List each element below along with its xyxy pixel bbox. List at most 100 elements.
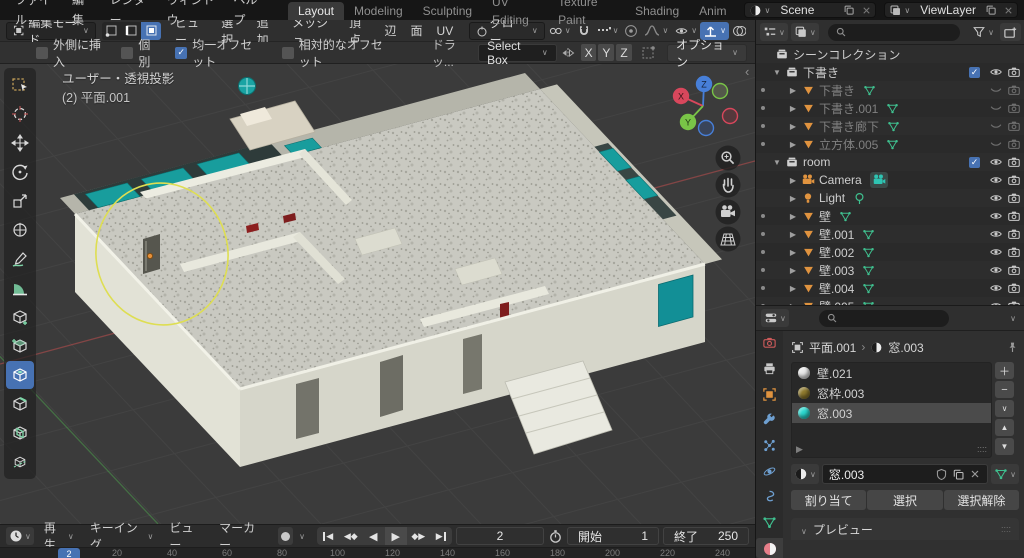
menu-file[interactable]: ファイル — [6, 0, 63, 30]
checkbox-individual[interactable]: 個別 — [121, 36, 157, 70]
falloff-dropdown[interactable]: ∨ — [641, 22, 671, 40]
add-slot-button[interactable]: ＋ — [995, 362, 1014, 379]
tool-annotate[interactable] — [6, 245, 34, 273]
render-visibility-icon[interactable] — [1007, 101, 1021, 115]
workspace-tab-shading[interactable]: Shading — [625, 2, 689, 20]
tool-knife[interactable] — [6, 448, 34, 476]
render-visibility-icon[interactable] — [1007, 65, 1021, 79]
move-slot-up-button[interactable]: ▲ — [995, 419, 1014, 436]
material-slot-selected[interactable]: 窓.003 — [792, 403, 991, 423]
tab-particles[interactable] — [756, 436, 783, 456]
viewlayer-copy-icon[interactable] — [982, 4, 1000, 16]
tab-output[interactable] — [756, 359, 783, 379]
hide-eye-closed-icon[interactable] — [989, 101, 1003, 115]
jump-to-start-button[interactable]: ◀ — [317, 527, 340, 545]
tab-object[interactable] — [756, 384, 783, 404]
expander-icon[interactable]: ▶ — [786, 212, 800, 221]
new-collection-button[interactable] — [1000, 23, 1021, 41]
auto-keying-button[interactable] — [278, 527, 293, 545]
expander-icon[interactable]: ▶ — [786, 140, 800, 149]
collection-checkbox[interactable]: ✓ — [969, 67, 980, 78]
gizmo-neg-x-ball[interactable] — [723, 109, 738, 124]
tab-constraints[interactable] — [756, 487, 783, 507]
outliner-row-mesh[interactable]: ▶ 下書き — [756, 81, 1024, 99]
hide-eye-icon[interactable] — [989, 245, 1003, 259]
expander-icon[interactable]: ▼ — [770, 158, 784, 167]
render-visibility-icon[interactable] — [1007, 245, 1021, 259]
menu-face[interactable]: 面 — [404, 22, 430, 39]
properties-options-dropdown[interactable]: ∨ — [1010, 314, 1016, 323]
render-visibility-icon[interactable] — [1007, 281, 1021, 295]
viewlayer-remove-icon[interactable] — [1000, 5, 1017, 16]
outliner-row-mesh[interactable]: ▶ 下書き廊下 — [756, 117, 1024, 135]
tool-rotate[interactable] — [6, 158, 34, 186]
play-button[interactable]: ▶ — [385, 527, 408, 545]
render-visibility-icon[interactable] — [1007, 119, 1021, 133]
expand-arrow-icon[interactable]: ▶ — [796, 444, 803, 455]
fake-user-shield-icon[interactable] — [935, 468, 948, 481]
expander-icon[interactable]: ▶ — [786, 266, 800, 275]
grip-dots-icon[interactable]: :::: — [977, 444, 987, 455]
grip-dots-icon[interactable]: :::: — [1001, 524, 1011, 534]
outliner-search-input[interactable] — [828, 24, 960, 41]
frame-end-field[interactable]: 終了250 — [663, 527, 749, 545]
timeline-editor-type-dropdown[interactable]: ∨ — [6, 527, 34, 545]
tab-object-data[interactable] — [756, 513, 783, 533]
options-dropdown[interactable]: オプション∨ — [667, 44, 747, 62]
3d-viewport[interactable]: Z X Y — [0, 64, 755, 524]
outliner-row-scene-collection[interactable]: シーンコレクション — [756, 45, 1024, 63]
hide-eye-icon[interactable] — [989, 65, 1003, 79]
render-visibility-icon[interactable] — [1007, 155, 1021, 169]
camera-view-button[interactable] — [716, 200, 741, 225]
menu-window[interactable]: ウィンドウ — [158, 0, 225, 30]
scene-unlink-icon[interactable] — [858, 5, 875, 16]
tab-modifiers[interactable] — [756, 410, 783, 430]
expander-icon[interactable]: ▶ — [786, 194, 800, 203]
hide-eye-icon[interactable] — [989, 281, 1003, 295]
mirror-y-button[interactable]: Y — [598, 44, 614, 61]
material-name-field[interactable]: 窓.003 — [822, 464, 988, 484]
outliner-filter-id-dropdown[interactable]: ∨ — [791, 23, 819, 41]
snap-corners-icon[interactable] — [638, 44, 659, 62]
overlays-icon[interactable] — [729, 22, 749, 40]
viewlayer-name[interactable]: ViewLayer — [914, 3, 982, 17]
jump-to-end-button[interactable]: ▶ — [430, 527, 453, 545]
hide-eye-closed-icon[interactable] — [989, 137, 1003, 151]
hide-eye-icon[interactable] — [989, 209, 1003, 223]
prev-keyframe-button[interactable]: ◀◆ — [340, 527, 363, 545]
checkbox-even-offset[interactable]: ✓均一オフセット — [175, 36, 263, 70]
menu-edit[interactable]: 編集 — [63, 0, 101, 30]
properties-editor-type-dropdown[interactable]: ∨ — [761, 309, 789, 327]
tool-select-box[interactable] — [6, 71, 34, 99]
current-frame-marker[interactable]: 2 — [58, 548, 80, 558]
gizmo-neg-y-ball[interactable] — [713, 84, 728, 99]
pan-hand-button[interactable] — [716, 173, 741, 198]
gizmo-neg-z-ball[interactable] — [699, 121, 714, 136]
tool-bevel[interactable] — [6, 390, 34, 418]
breadcrumb-data[interactable]: 窓.003 — [888, 339, 923, 356]
perspective-toggle-button[interactable] — [716, 227, 741, 252]
outliner-row-mesh[interactable]: ▶ 壁 — [756, 207, 1024, 225]
render-visibility-icon[interactable] — [1007, 83, 1021, 97]
hide-eye-icon[interactable] — [989, 227, 1003, 241]
tool-cursor[interactable] — [6, 100, 34, 128]
pin-icon[interactable] — [1006, 341, 1019, 354]
outliner-row-collection[interactable]: ▼ 下書き ✓ — [756, 63, 1024, 81]
copy-material-icon[interactable] — [952, 468, 965, 481]
zoom-button[interactable] — [716, 146, 741, 171]
assign-button[interactable]: 割り当て — [791, 490, 866, 510]
outliner-row-mesh[interactable]: ▶ 壁.001 — [756, 225, 1024, 243]
hide-eye-icon[interactable] — [989, 173, 1003, 187]
tool-transform[interactable] — [6, 216, 34, 244]
hide-eye-closed-icon[interactable] — [989, 83, 1003, 97]
expander-icon[interactable]: ▶ — [786, 176, 800, 185]
tool-inset-faces[interactable] — [6, 361, 34, 389]
workspace-tab-uv-editing[interactable]: UV Editing — [482, 0, 548, 29]
outliner-row-mesh[interactable]: ▶ 壁.003 — [756, 261, 1024, 279]
checkbox-inset-outside[interactable]: 外側に挿入 — [36, 36, 103, 70]
outliner-filter-dropdown[interactable]: ∨ — [969, 23, 997, 41]
preview-panel-header[interactable]: ∨プレビュー :::: — [791, 518, 1019, 540]
tab-material[interactable] — [756, 538, 783, 558]
workspace-tab-layout[interactable]: Layout — [288, 2, 344, 20]
scene-icon[interactable]: ∨ — [745, 4, 774, 17]
